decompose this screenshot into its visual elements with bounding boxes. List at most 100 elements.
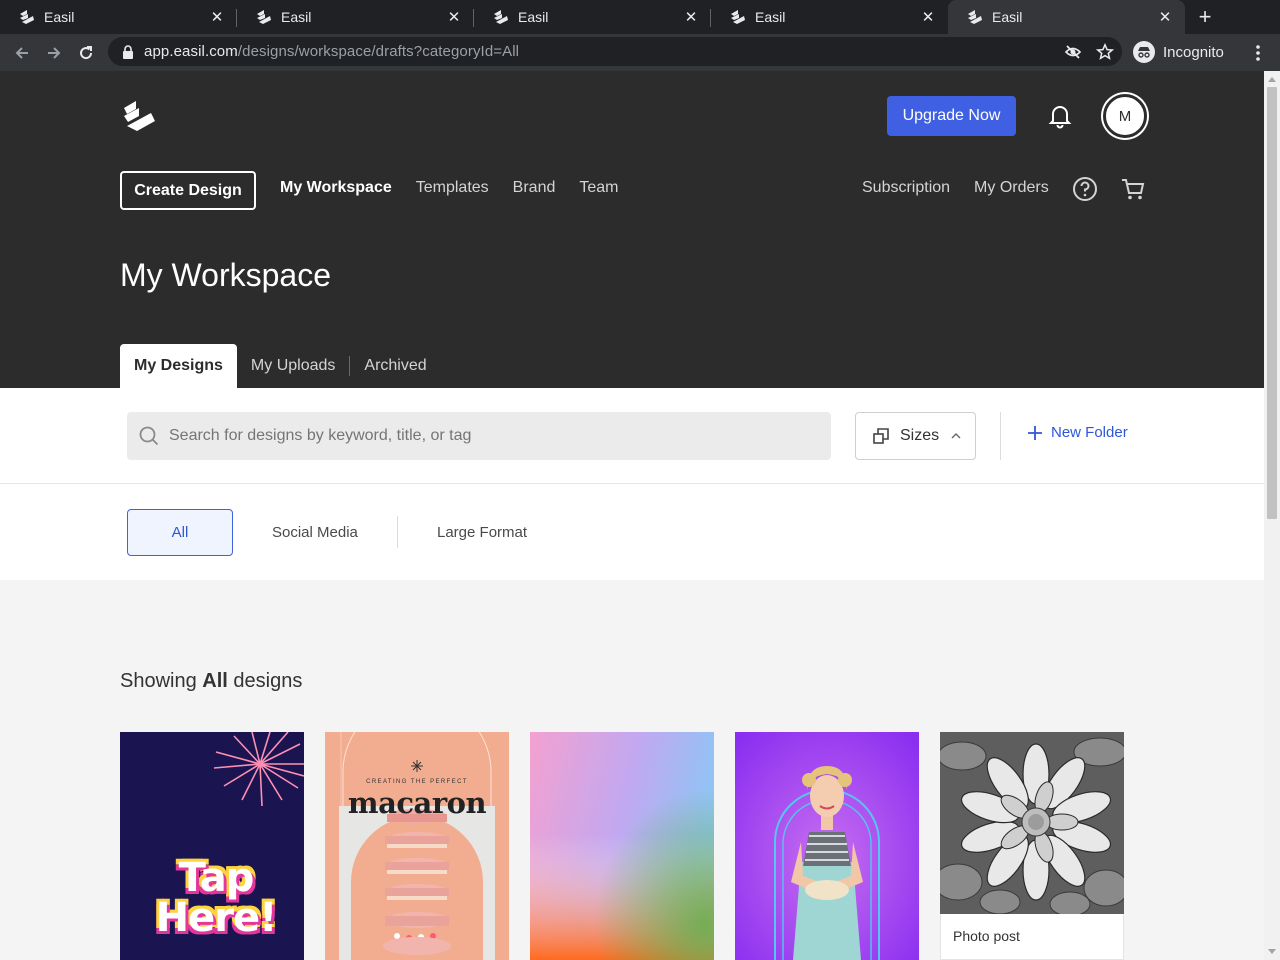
easil-favicon-icon	[20, 10, 34, 24]
browser-tab-title: Easil	[755, 9, 786, 25]
browser-tab-title: Easil	[992, 9, 1023, 25]
new-folder-label: New Folder	[1051, 424, 1128, 441]
browser-tab-2[interactable]: Easil ✕	[237, 0, 474, 34]
arrow-left-icon	[15, 46, 28, 59]
design-card-tap-here[interactable]: Tap Here!	[120, 732, 304, 960]
upgrade-now-button[interactable]: Upgrade Now	[887, 96, 1016, 136]
url-host: app.easil.com	[144, 43, 238, 60]
card-caption[interactable]: Photo post	[940, 914, 1124, 960]
nav-my-workspace[interactable]: My Workspace	[280, 179, 392, 197]
chevron-up-icon	[951, 433, 961, 439]
incognito-indicator[interactable]: Incognito	[1133, 38, 1224, 66]
incognito-label: Incognito	[1163, 43, 1224, 61]
tab-archived[interactable]: Archived	[350, 344, 440, 388]
filter-divider	[397, 516, 398, 548]
nav-templates[interactable]: Templates	[416, 179, 489, 197]
reload-button[interactable]	[70, 37, 102, 69]
easil-favicon-icon	[494, 10, 508, 24]
design-card-retro-woman[interactable]	[735, 732, 919, 960]
browser-tab-5-active[interactable]: Easil ✕	[948, 0, 1185, 34]
results-suffix: designs	[233, 670, 303, 692]
scroll-thumb[interactable]	[1267, 87, 1277, 519]
tap-here-text: Tap Here!	[155, 855, 278, 941]
new-folder-button[interactable]: New Folder	[1027, 424, 1128, 441]
filter-large-format[interactable]: Large Format	[437, 509, 527, 556]
browser-tab-title: Easil	[281, 9, 312, 25]
scroll-up-arrow-icon[interactable]	[1268, 77, 1276, 82]
sizes-dropdown[interactable]: Sizes	[855, 412, 976, 460]
browser-toolbar: app.easil.com/designs/workspace/drafts?c…	[0, 34, 1280, 71]
design-thumbnail	[735, 732, 919, 960]
nav-team[interactable]: Team	[579, 179, 618, 197]
resize-icon	[873, 428, 889, 444]
browser-tab-1[interactable]: Easil ✕	[0, 0, 237, 34]
sizes-label: Sizes	[900, 427, 940, 444]
search-icon	[139, 426, 159, 446]
bell-icon[interactable]	[1047, 103, 1073, 129]
design-thumbnail	[940, 732, 1124, 914]
filter-social-media[interactable]: Social Media	[272, 509, 358, 556]
design-thumbnail	[325, 732, 509, 960]
star-icon[interactable]	[1096, 42, 1114, 61]
help-icon[interactable]	[1072, 176, 1098, 202]
nav-brand[interactable]: Brand	[513, 179, 556, 197]
app-header: Upgrade Now M Create Design My Workspace…	[0, 71, 1264, 388]
easil-favicon-icon	[731, 10, 745, 24]
reload-icon	[80, 45, 93, 59]
url-path: /designs/workspace/drafts?categoryId=All	[237, 43, 520, 60]
browser-tab-4[interactable]: Easil ✕	[711, 0, 948, 34]
tab-my-designs[interactable]: My Designs	[120, 344, 237, 388]
page-title: My Workspace	[120, 257, 332, 293]
back-button[interactable]	[6, 37, 38, 69]
macaron-kicker-text: CREATING THE PERFECT	[366, 779, 468, 785]
account-nav: Subscription My Orders	[862, 179, 1049, 197]
filter-all[interactable]: All	[127, 509, 233, 556]
new-tab-button[interactable]: +	[1185, 0, 1225, 34]
arrow-right-icon	[48, 46, 61, 59]
design-thumbnail	[530, 732, 714, 960]
main-nav: My Workspace Templates Brand Team	[280, 179, 619, 197]
browser-tab-3[interactable]: Easil ✕	[474, 0, 711, 34]
more-vertical-icon	[1256, 45, 1260, 61]
results-heading: Showing All designs	[120, 670, 302, 693]
forward-button[interactable]	[38, 37, 70, 69]
tab-close-icon[interactable]: ✕	[209, 9, 225, 26]
tab-close-icon[interactable]: ✕	[446, 9, 462, 26]
results-prefix: Showing	[120, 670, 197, 692]
category-filter: All Social Media Large Format	[0, 484, 1264, 580]
easil-favicon-icon	[968, 10, 982, 24]
nav-my-orders[interactable]: My Orders	[974, 179, 1049, 197]
omnibox-icons	[1064, 37, 1114, 66]
search-input[interactable]	[169, 427, 809, 445]
browser-menu-button[interactable]	[1248, 39, 1268, 67]
macaron-title-text: macaron	[347, 786, 487, 820]
search-box[interactable]	[127, 412, 831, 460]
tab-close-icon[interactable]: ✕	[920, 9, 936, 26]
lock-icon	[123, 44, 133, 59]
url-text: app.easil.com/designs/workspace/drafts?c…	[144, 43, 519, 60]
nav-subscription[interactable]: Subscription	[862, 179, 950, 197]
tab-close-icon[interactable]: ✕	[683, 9, 699, 26]
create-design-button[interactable]: Create Design	[120, 171, 256, 210]
incognito-icon	[1133, 41, 1155, 63]
plus-icon	[1028, 425, 1042, 440]
design-card-macaron[interactable]: CREATING THE PERFECT macaron	[325, 732, 509, 960]
browser-tabstrip: Easil ✕ Easil ✕ Easil ✕ Easil ✕ Easil ✕ …	[0, 0, 1280, 34]
search-toolbar: Sizes New Folder	[0, 388, 1264, 484]
design-card-gradient[interactable]	[530, 732, 714, 960]
easil-logo-icon[interactable]	[121, 99, 159, 133]
toolbar-divider	[1000, 412, 1001, 460]
tab-close-icon[interactable]: ✕	[1157, 9, 1173, 26]
browser-tab-title: Easil	[518, 9, 549, 25]
scroll-down-arrow-icon[interactable]	[1268, 949, 1276, 954]
cart-icon[interactable]	[1120, 176, 1146, 202]
design-card-photo-post[interactable]: Photo post	[940, 732, 1124, 960]
tab-my-uploads[interactable]: My Uploads	[237, 344, 349, 388]
page-scrollbar[interactable]	[1264, 71, 1280, 960]
address-bar[interactable]: app.easil.com/designs/workspace/drafts?c…	[108, 37, 1122, 66]
eye-off-icon[interactable]	[1064, 43, 1082, 61]
workspace-tabs: My Designs My Uploads Archived	[120, 344, 441, 388]
user-avatar[interactable]: M	[1103, 94, 1147, 138]
results-category: All	[202, 670, 228, 692]
easil-favicon-icon	[257, 10, 271, 24]
